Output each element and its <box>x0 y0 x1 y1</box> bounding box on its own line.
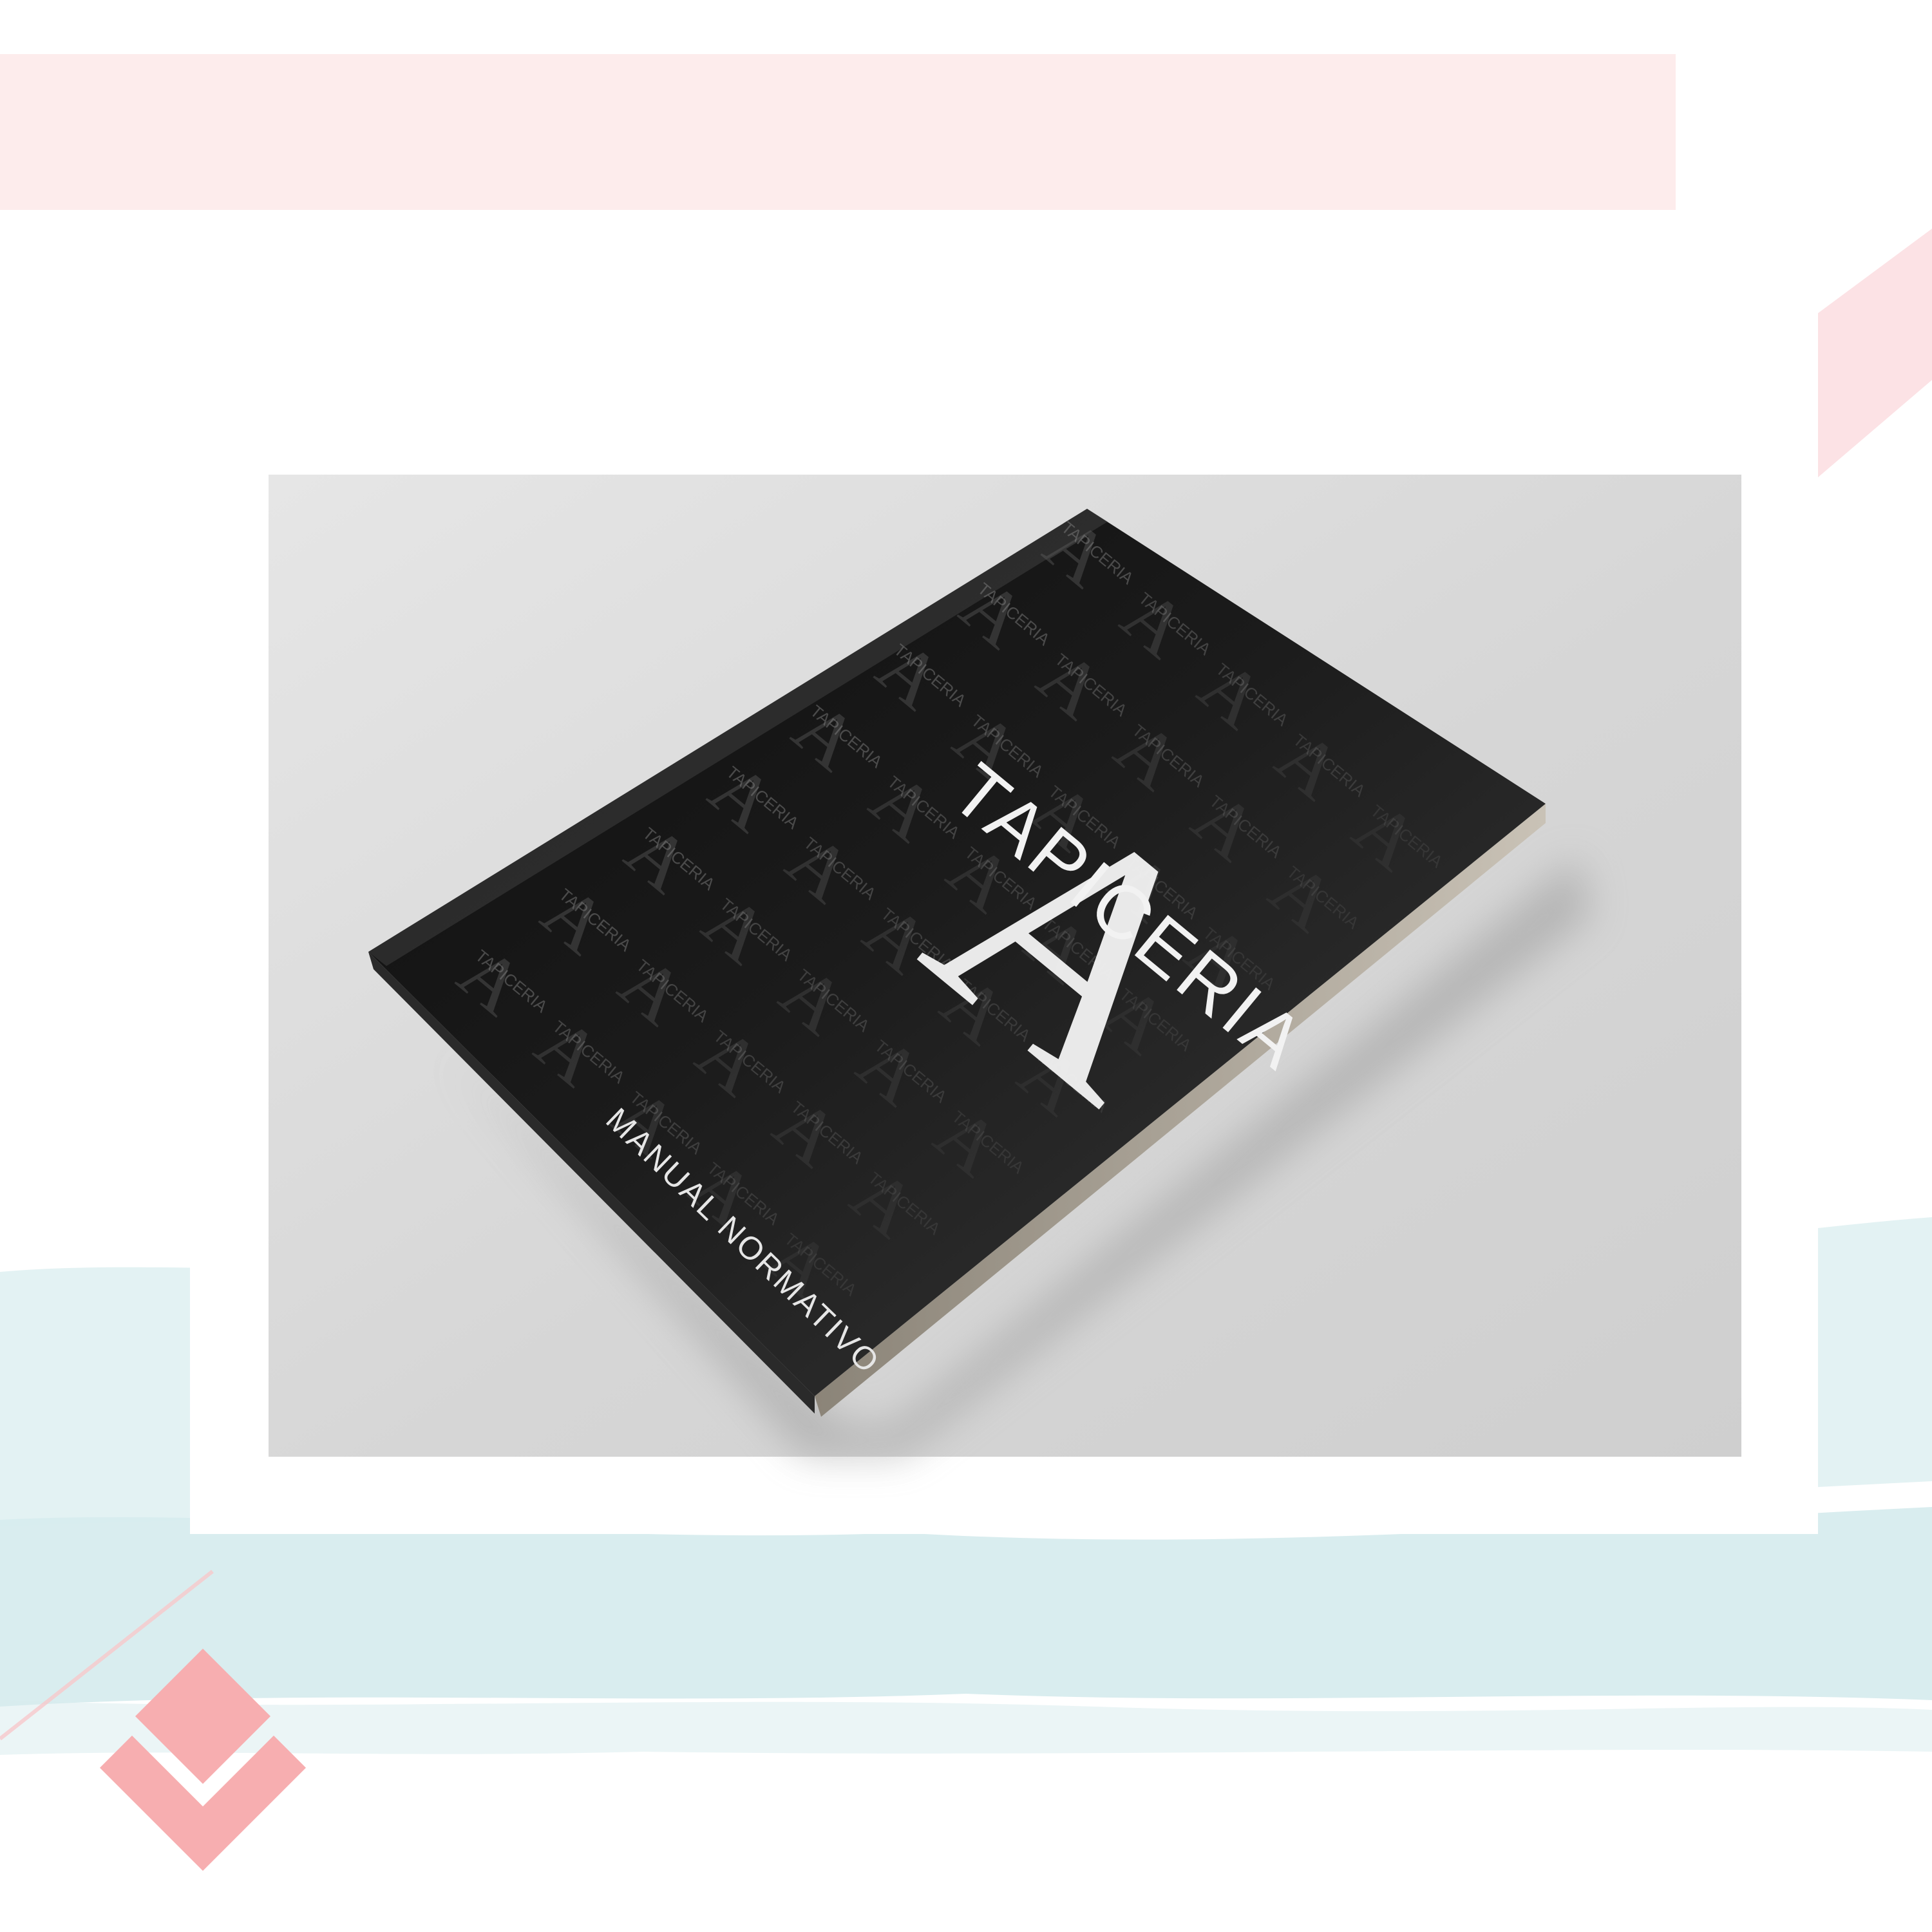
top-banner <box>0 54 1676 210</box>
page-canvas: ATAPICERIAATAPICERIAATAPICERIAATAPICERIA… <box>0 54 1932 1871</box>
